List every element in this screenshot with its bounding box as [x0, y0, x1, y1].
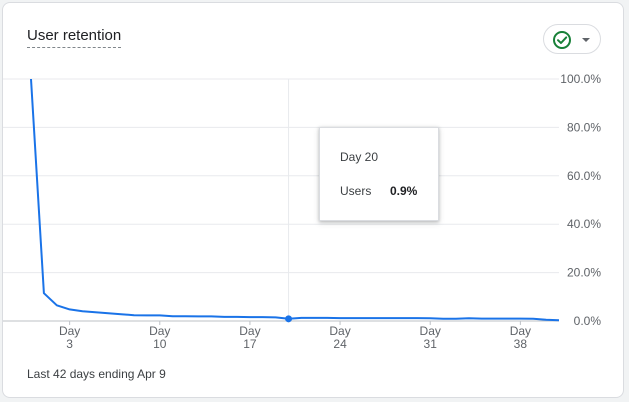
x-tick-label: Day — [59, 324, 80, 338]
x-tick-label: Day — [510, 324, 531, 338]
x-tick-label-day: 17 — [243, 337, 257, 351]
user-retention-card: User retention 100.0% 80.0% 60.0% 40.0% 20.0… — [2, 2, 624, 398]
x-tick-label: Day — [149, 324, 170, 338]
y-tick-label: 60.0% — [567, 169, 601, 183]
x-tick-label: Day — [329, 324, 350, 338]
x-tick-label-day: 3 — [66, 337, 73, 351]
tooltip-series-value: 0.9% — [390, 184, 418, 198]
x-tick-label-day: 10 — [153, 337, 167, 351]
tooltip-title: Day 20 — [340, 150, 379, 164]
x-tick-label: Day — [420, 324, 441, 338]
date-range-footer: Last 42 days ending Apr 9 — [27, 367, 166, 381]
retention-series-line — [30, 78, 560, 322]
retention-line-chart: 100.0%80.0%60.0%40.0%20.0%0.0%Day3Day10D… — [3, 72, 602, 351]
x-tick-label-day: 31 — [424, 337, 438, 351]
y-tick-label: 0.0% — [574, 314, 602, 328]
x-tick-label-day: 38 — [514, 337, 528, 351]
y-tick-label: 20.0% — [567, 266, 601, 280]
y-tick-label: 100.0% — [560, 72, 601, 86]
x-tick-label: Day — [239, 324, 260, 338]
tooltip-series-label: Users — [340, 184, 372, 198]
y-tick-label: 40.0% — [567, 217, 601, 231]
y-tick-label: 80.0% — [567, 120, 601, 134]
highlighted-data-point — [285, 315, 293, 323]
x-tick-label-day: 24 — [333, 337, 347, 351]
chart-tooltip: Day 20 Users 0.9% — [319, 127, 439, 221]
